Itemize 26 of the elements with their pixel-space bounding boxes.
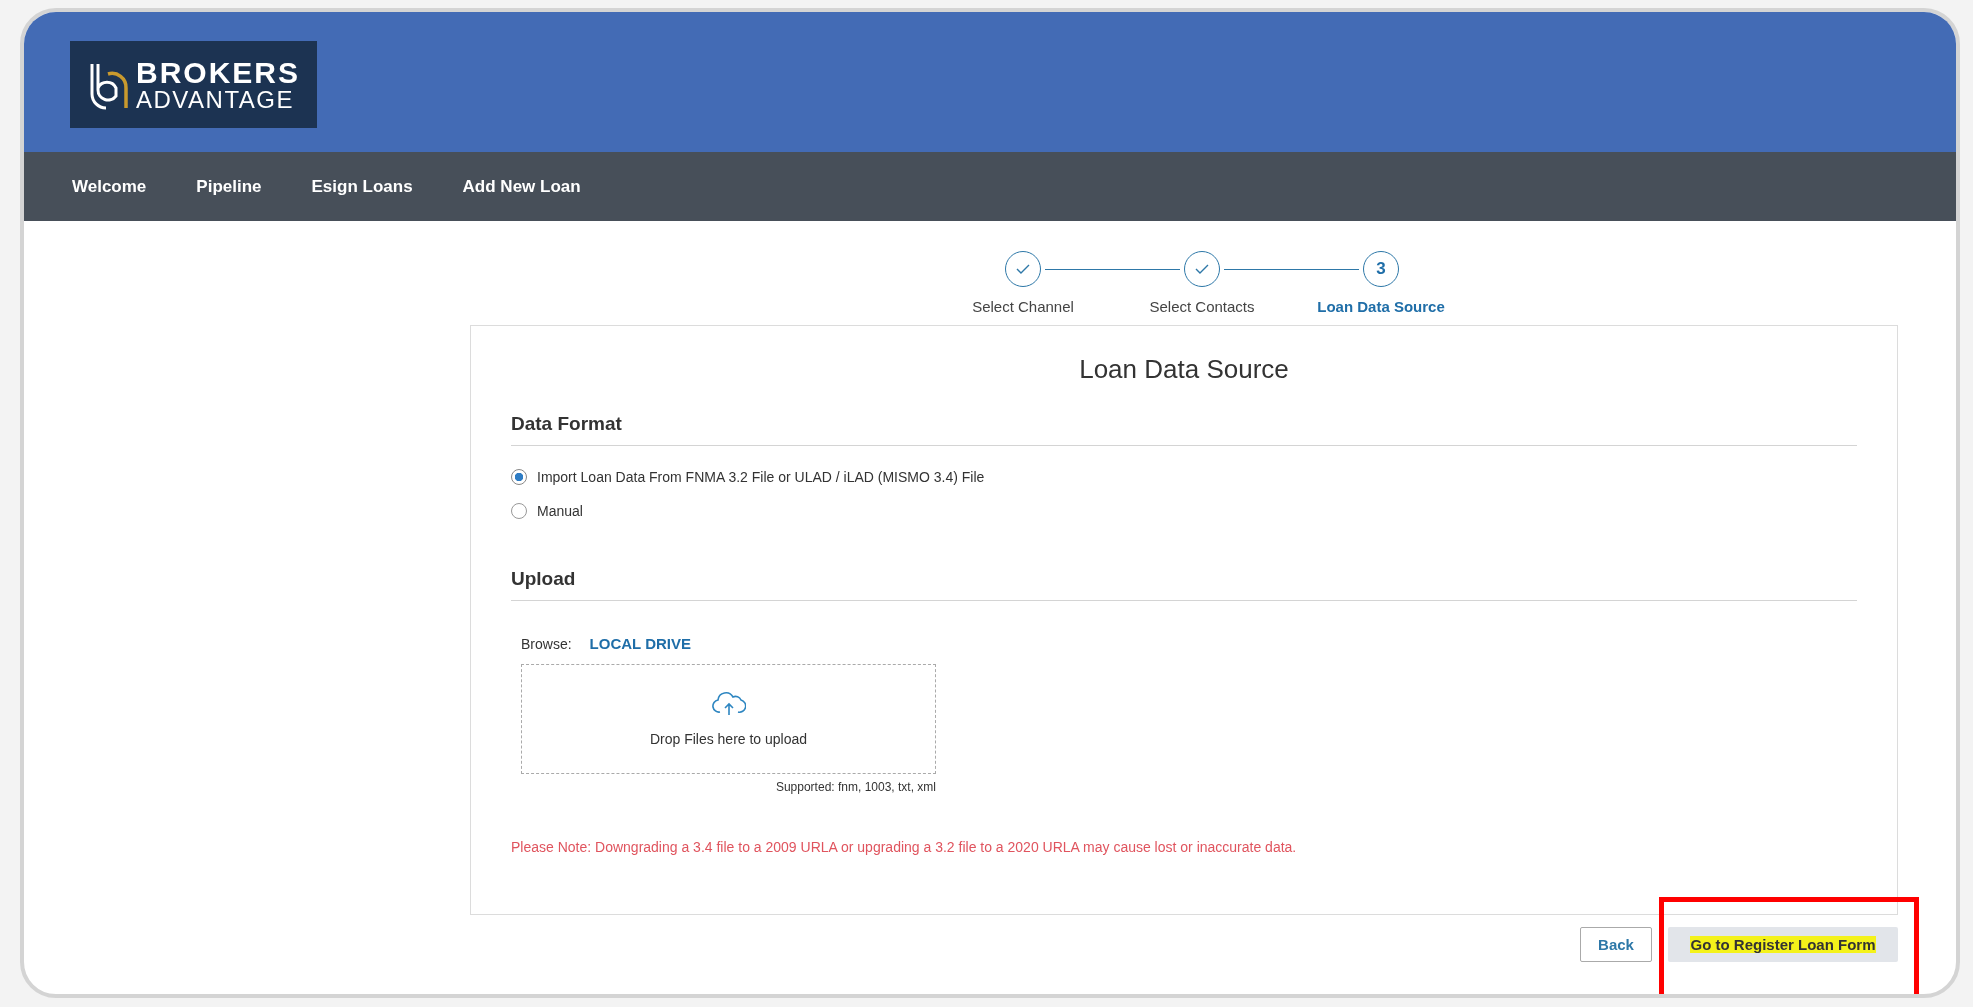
register-loan-form-button[interactable]: Go to Register Loan Form bbox=[1668, 927, 1898, 962]
step-label: Select Contacts bbox=[1149, 298, 1255, 315]
radio-label: Manual bbox=[537, 503, 583, 519]
logo-text-line: ADVANTAGE bbox=[136, 87, 295, 112]
check-icon bbox=[1016, 263, 1030, 275]
drop-text: Drop Files here to upload bbox=[649, 731, 808, 747]
section-heading: Data Format bbox=[511, 413, 623, 435]
card-title: Loan Data Source bbox=[1078, 354, 1290, 385]
warning-note: Please Note: Downgrading a 3.4 file to a 2009 URLA or upgrading a 3.2 file to a 2020 URLA may cause lost or inaccurate data. bbox=[511, 839, 1298, 855]
radio-button[interactable] bbox=[511, 469, 527, 485]
back-button[interactable]: Back bbox=[1580, 927, 1652, 962]
nav-link[interactable]: Esign Loans bbox=[287, 176, 435, 197]
local-drive-link[interactable]: LOCAL DRIVE bbox=[589, 635, 691, 652]
drop-zone[interactable]: Drop Files here to upload bbox=[521, 664, 936, 774]
step-label: Loan Data Source bbox=[1317, 298, 1445, 315]
radio-label: Import Loan Data From FNMA 3.2 File or ULAD / iLAD (MISMO 3.4) File bbox=[537, 469, 985, 485]
nav-link[interactable]: Pipeline bbox=[172, 176, 284, 197]
supported-formats: Supported: fnm, 1003, txt, xml bbox=[774, 780, 936, 794]
section-heading: Upload bbox=[511, 568, 577, 590]
cloud-upload-icon bbox=[711, 691, 746, 717]
step-label: Select Channel bbox=[972, 298, 1074, 315]
logo-text-line: BROKERS bbox=[136, 57, 300, 88]
nav-link[interactable]: Welcome bbox=[48, 176, 169, 197]
check-icon bbox=[1195, 263, 1209, 275]
browse-label: Browse: bbox=[521, 636, 572, 652]
nav-link[interactable]: Add New Loan bbox=[438, 176, 603, 197]
